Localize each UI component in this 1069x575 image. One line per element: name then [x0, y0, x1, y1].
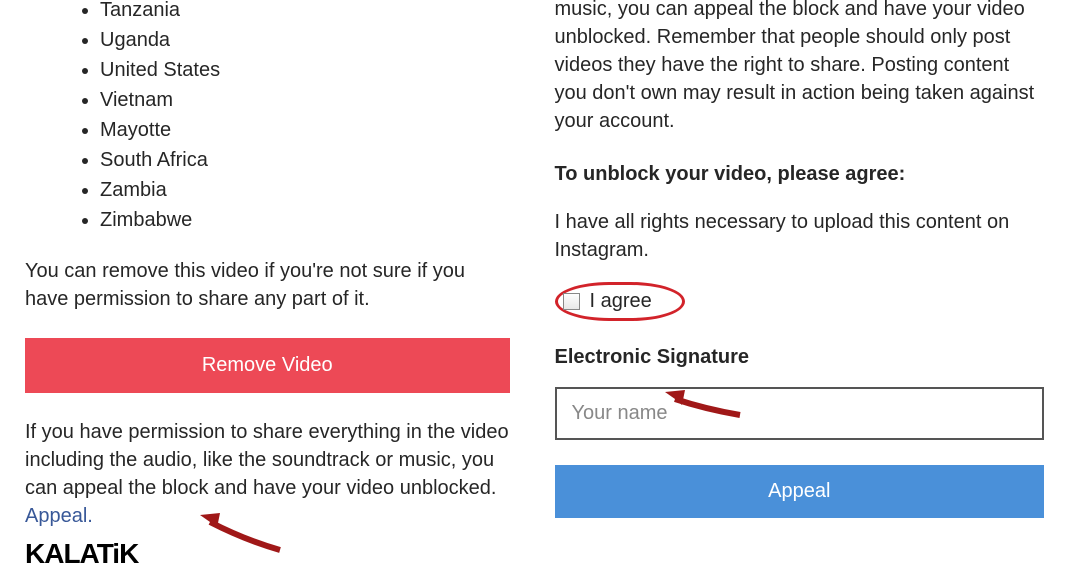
- country-item: Uganda: [100, 25, 510, 55]
- agree-checkbox-row[interactable]: I agree: [555, 282, 685, 321]
- permission-text-prefix: If you have permission to share everythi…: [25, 421, 509, 499]
- rights-statement: I have all rights necessary to upload th…: [555, 208, 1045, 264]
- country-item: Zambia: [100, 175, 510, 205]
- signature-heading: Electronic Signature: [555, 346, 1045, 369]
- agree-label: I agree: [590, 290, 652, 313]
- country-item: Tanzania: [100, 0, 510, 25]
- remove-video-button[interactable]: Remove Video: [25, 338, 510, 393]
- appeal-button[interactable]: Appeal: [555, 465, 1045, 518]
- country-item: Vietnam: [100, 85, 510, 115]
- country-item: United States: [100, 55, 510, 85]
- country-item: Zimbabwe: [100, 205, 510, 235]
- country-item: Mayotte: [100, 115, 510, 145]
- watermark-logo: KALATiK: [25, 538, 138, 570]
- country-item: South Africa: [100, 145, 510, 175]
- permission-description: If you have permission to share everythi…: [25, 418, 510, 530]
- right-column: music, you can appeal the block and have…: [535, 0, 1069, 575]
- left-column: Tanzania Uganda United States Vietnam Ma…: [0, 0, 535, 575]
- signature-input[interactable]: [555, 387, 1045, 440]
- appeal-description: music, you can appeal the block and have…: [555, 0, 1045, 135]
- remove-description: You can remove this video if you're not …: [25, 257, 510, 313]
- appeal-link[interactable]: Appeal.: [25, 505, 93, 527]
- agree-heading: To unblock your video, please agree:: [555, 163, 1045, 186]
- countries-list: Tanzania Uganda United States Vietnam Ma…: [100, 0, 510, 235]
- agree-checkbox[interactable]: [563, 293, 580, 310]
